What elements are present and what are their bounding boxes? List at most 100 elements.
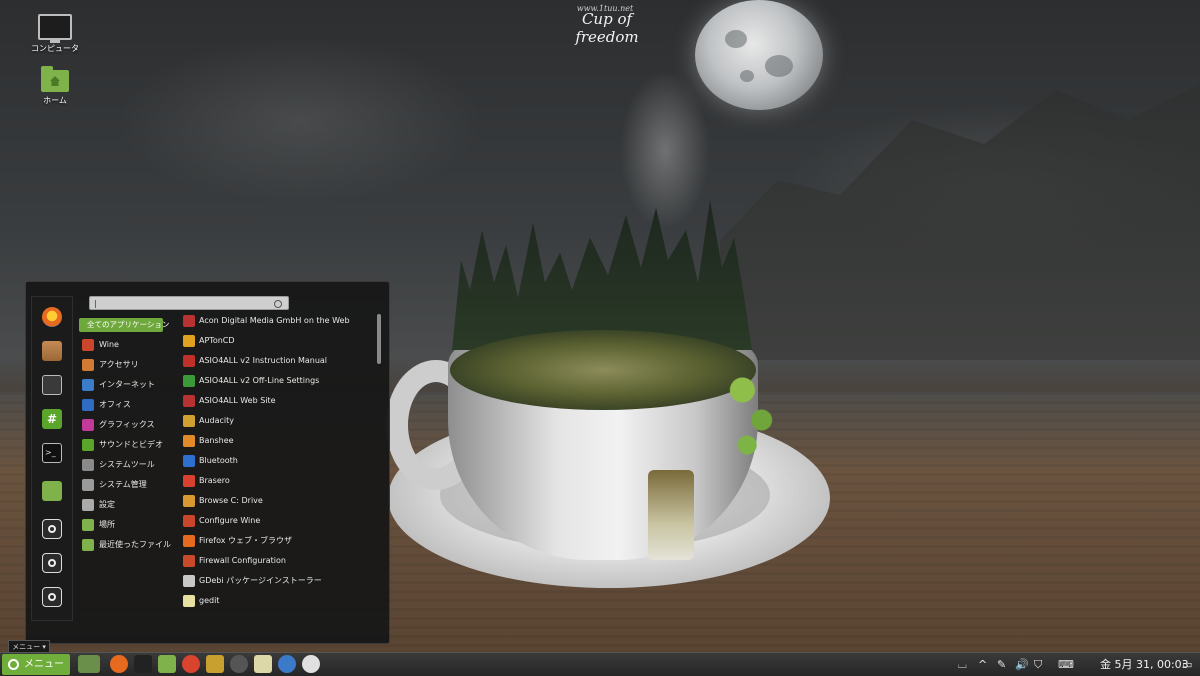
shutdown-icon[interactable] (42, 587, 62, 607)
category-label: グラフィックス (99, 420, 155, 429)
application-icon (183, 455, 195, 467)
wallpaper-steam (620, 70, 710, 230)
category-icon (82, 459, 94, 471)
application-label: gedit (199, 596, 220, 605)
application-icon (183, 515, 195, 527)
category-label: インターネット (99, 380, 155, 389)
category-item[interactable]: システムツール (79, 455, 189, 475)
category-item[interactable]: アクセサリ (79, 355, 189, 375)
application-label: ASIO4ALL v2 Off-Line Settings (199, 376, 320, 385)
menu-button[interactable]: メニュー (2, 654, 70, 675)
application-item[interactable]: ASIO4ALL v2 Instruction Manual (181, 352, 376, 372)
category-item[interactable]: 場所 (79, 515, 189, 535)
category-item[interactable]: 全てのアプリケーション (79, 318, 169, 332)
terminal-green-icon[interactable]: # (42, 409, 62, 429)
terminal-icon[interactable] (134, 655, 152, 673)
desktop-icon-home[interactable]: ホーム (20, 66, 90, 106)
application-item[interactable]: GDebi パッケージインストーラー (181, 572, 376, 592)
category-icon (82, 399, 94, 411)
category-item[interactable]: Wine (79, 335, 189, 355)
application-item[interactable]: Banshee (181, 432, 376, 452)
chrome-icon[interactable] (182, 655, 200, 673)
category-item[interactable]: システム管理 (79, 475, 189, 495)
category-icon (82, 339, 94, 351)
shield-icon[interactable]: ⛉ (1034, 657, 1042, 672)
system-settings-icon[interactable] (42, 375, 62, 395)
application-item[interactable]: ASIO4ALL v2 Off-Line Settings (181, 372, 376, 392)
terminal-icon[interactable]: >_ (42, 443, 62, 463)
show-desktop-icon[interactable] (78, 655, 100, 673)
menu-search-input[interactable]: | (89, 296, 289, 310)
application-menu: # >_ | 全てのアプリケーション Wine アクセサリインターネット オフィスグラ… (25, 281, 390, 644)
application-item[interactable]: Audacity (181, 412, 376, 432)
application-item[interactable]: APTonCD (181, 332, 376, 352)
category-item[interactable]: インターネット (79, 375, 189, 395)
camera-icon[interactable] (230, 655, 248, 673)
computer-icon (38, 14, 72, 43)
software-manager-icon[interactable] (42, 341, 62, 361)
application-item[interactable]: Brasero (181, 472, 376, 492)
application-icon (183, 495, 195, 507)
application-list-scrollbar[interactable] (377, 314, 381, 364)
application-icon (183, 415, 195, 427)
application-label: Firefox ウェブ・ブラウザ (199, 536, 293, 545)
application-item[interactable]: Acon Digital Media GmbH on the Web (181, 312, 376, 332)
wallpaper-moon (695, 0, 823, 110)
pen-icon[interactable]: ✎ (997, 657, 1006, 672)
keyboard-icon[interactable]: ⌨ (1058, 657, 1074, 672)
application-item[interactable]: Firewall Configuration (181, 552, 376, 572)
application-item[interactable]: Firefox ウェブ・ブラウザ (181, 532, 376, 552)
desktop-icon-label: ホーム (43, 96, 67, 105)
chevron-up-icon[interactable]: ^ (978, 657, 987, 672)
desktop-icon-computer[interactable]: コンピュータ (20, 14, 90, 54)
menu-button-label: メニュー (24, 659, 64, 670)
application-list: Acon Digital Media GmbH on the Web APTonC… (181, 312, 376, 612)
lock-screen-icon[interactable] (42, 519, 62, 539)
notifications-icon[interactable]: ▭ (1182, 657, 1192, 672)
text-editor-icon[interactable] (254, 655, 272, 673)
category-label: オフィス (99, 400, 131, 409)
application-item[interactable]: gedit (181, 592, 376, 612)
clock[interactable]: 金 5月 31, 00:03 (1100, 656, 1189, 672)
files-icon[interactable] (42, 481, 62, 501)
firefox-icon[interactable] (110, 655, 128, 673)
desktop-icon-label: コンピュータ (31, 44, 79, 53)
workspace-icon[interactable]: ⌴ (958, 657, 967, 672)
category-item[interactable]: 設定 (79, 495, 189, 515)
search-input-value: | (94, 299, 97, 308)
wallpaper-cup-top (450, 330, 756, 410)
kde-connect-icon[interactable] (278, 655, 296, 673)
application-icon (183, 395, 195, 407)
application-item[interactable]: Configure Wine (181, 512, 376, 532)
category-item[interactable]: サウンドとビデオ (79, 435, 189, 455)
application-icon (183, 595, 195, 607)
category-label: システム管理 (99, 480, 147, 489)
application-icon (183, 375, 195, 387)
tooltip-text: メニュー (12, 643, 41, 651)
category-label: システムツール (99, 460, 155, 469)
application-icon (183, 555, 195, 567)
firefox-icon[interactable] (42, 307, 62, 327)
category-item[interactable]: オフィス (79, 395, 189, 415)
application-item[interactable]: Bluetooth (181, 452, 376, 472)
application-label: Firewall Configuration (199, 556, 286, 565)
category-label: 設定 (99, 500, 115, 509)
application-label: ASIO4ALL v2 Instruction Manual (199, 356, 328, 365)
category-label: アクセサリ (99, 360, 139, 369)
gear-icon (8, 659, 19, 670)
files-icon[interactable] (158, 655, 176, 673)
category-label: サウンドとビデオ (99, 440, 163, 449)
application-item[interactable]: ASIO4ALL Web Site (181, 392, 376, 412)
wallpaper-hills (720, 84, 1200, 360)
photos-icon[interactable] (302, 655, 320, 673)
category-icon (82, 539, 94, 551)
application-label: Audacity (199, 416, 235, 425)
graphics-icon[interactable] (206, 655, 224, 673)
application-item[interactable]: Browse C: Drive (181, 492, 376, 512)
logout-icon[interactable] (42, 553, 62, 573)
category-item[interactable]: 最近使ったファイル (79, 535, 189, 555)
volume-icon[interactable]: 🔊 (1015, 657, 1029, 672)
application-icon (183, 535, 195, 547)
application-label: Bluetooth (199, 456, 238, 465)
category-item[interactable]: グラフィックス (79, 415, 189, 435)
